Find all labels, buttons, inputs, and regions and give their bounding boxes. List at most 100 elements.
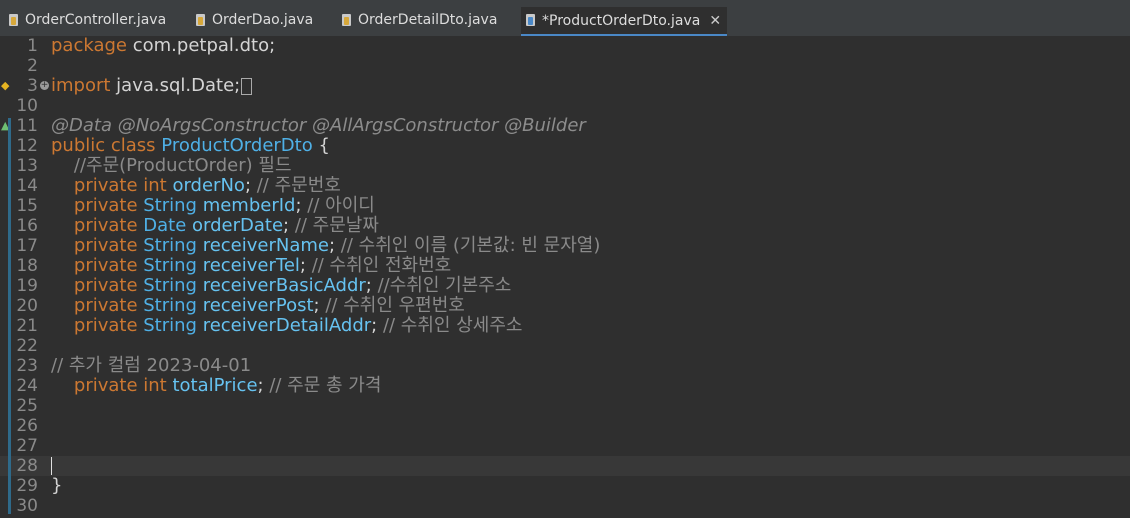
code-editor[interactable]: 1 package com.petpal.dto; 2 3 + ◆ import java.… xyxy=(0,36,1130,518)
code-token: String xyxy=(143,295,203,316)
tab-label: OrderController.java xyxy=(25,12,167,28)
code-token: private int xyxy=(51,375,173,396)
java-file-icon xyxy=(8,13,20,27)
code-line[interactable]: 24 private int totalPrice; // 주문 총 가격 xyxy=(0,375,1130,397)
code-text xyxy=(51,456,52,476)
code-token: String xyxy=(143,235,203,256)
code-token: private xyxy=(51,315,144,336)
line-number: 19 xyxy=(16,276,38,296)
tab-orderdetaildto[interactable]: OrderDetailDto.java xyxy=(341,6,497,34)
code-line[interactable]: 28 xyxy=(0,456,1130,476)
code-line[interactable]: 10 xyxy=(0,96,1130,116)
code-line[interactable]: 25 xyxy=(0,396,1130,416)
fold-expand-icon[interactable]: + xyxy=(40,81,49,90)
code-token: String xyxy=(143,275,203,296)
code-text: private int totalPrice; // 주문 총 가격 xyxy=(51,375,382,396)
line-number: 28 xyxy=(16,456,38,476)
code-token: ; xyxy=(313,295,326,316)
tab-orderdao[interactable]: OrderDao.java xyxy=(195,6,313,34)
code-token: } xyxy=(51,475,63,496)
code-line[interactable]: 21 private String receiverDetailAddr; //… xyxy=(0,315,1130,337)
line-number: 11 xyxy=(16,116,38,136)
code-token: ProductOrderDto xyxy=(161,135,313,156)
line-number: 29 xyxy=(16,476,38,496)
line-number: 15 xyxy=(16,196,38,216)
java-file-icon xyxy=(341,13,353,27)
code-line[interactable]: 1 package com.petpal.dto; xyxy=(0,36,1130,57)
text-cursor xyxy=(51,457,52,475)
code-token: receiverDetailAddr xyxy=(202,315,372,336)
line-number: 2 xyxy=(27,56,38,76)
code-token: // 수취인 전화번호 xyxy=(311,255,452,276)
code-line[interactable]: 15 private String memberId; // 아이디 xyxy=(0,196,1130,217)
code-line[interactable]: 2 xyxy=(0,56,1130,76)
code-token: receiverName xyxy=(202,235,329,256)
line-number: 24 xyxy=(16,376,38,396)
code-text: package com.petpal.dto; xyxy=(51,36,275,56)
tab-productorderdto[interactable]: *ProductOrderDto.java ✕ xyxy=(521,7,728,36)
code-token: ; xyxy=(283,215,295,236)
line-number: 10 xyxy=(16,96,38,116)
line-number: 22 xyxy=(16,336,38,356)
code-line[interactable]: 29} xyxy=(0,475,1130,497)
code-line[interactable]: 26 xyxy=(0,416,1130,436)
code-token: // 주문날짜 xyxy=(294,215,379,236)
line-number: 21 xyxy=(16,316,38,336)
code-line[interactable]: 13 //주문(ProductOrder) 필드 xyxy=(0,156,1130,177)
line-number: 13 xyxy=(16,156,38,176)
line-number: 16 xyxy=(16,216,38,236)
code-token: private xyxy=(51,295,144,316)
code-line[interactable]: 20 private String receiverPost; // 수취인 우… xyxy=(0,295,1130,317)
code-line[interactable]: 23 // 추가 컬럼 2023-04-01 xyxy=(0,356,1130,377)
code-token: private xyxy=(51,275,144,296)
code-line[interactable]: 12 public class ProductOrderDto { xyxy=(0,135,1130,157)
code-token: private int xyxy=(51,175,173,196)
line-number: 14 xyxy=(16,176,38,196)
line-number: 23 xyxy=(16,356,38,376)
code-token: // 수취인 우편번호 xyxy=(325,295,465,316)
line-number: 12 xyxy=(16,136,38,156)
line-number: 18 xyxy=(16,256,38,276)
code-token: String xyxy=(143,195,203,216)
code-line[interactable]: 3 + ◆ import java.sql.Date; xyxy=(0,76,1130,96)
code-token: //수취인 기본주소 xyxy=(377,275,512,296)
code-token: // 주문번호 xyxy=(256,175,341,196)
code-token: // 수취인 이름 (기본값: 빈 문자열) xyxy=(340,235,601,256)
code-token: private xyxy=(51,195,144,216)
code-token: ; xyxy=(365,275,378,296)
code-text: @Data @NoArgsConstructor @AllArgsConstru… xyxy=(51,116,586,136)
code-token: receiverBasicAddr xyxy=(202,275,366,296)
code-token: java.sql.Date; xyxy=(110,75,241,96)
code-token: totalPrice xyxy=(172,375,258,396)
code-text: // 추가 컬럼 2023-04-01 xyxy=(51,356,251,376)
close-icon[interactable]: ✕ xyxy=(709,13,721,29)
code-text: private Date orderDate; // 주문날짜 xyxy=(51,216,379,236)
code-token: ; xyxy=(244,175,257,196)
tab-label: OrderDetailDto.java xyxy=(358,12,498,28)
code-token: @Data @NoArgsConstructor @AllArgsConstru… xyxy=(51,115,586,136)
code-text: //주문(ProductOrder) 필드 xyxy=(51,156,292,176)
code-token: String xyxy=(143,315,203,336)
code-token: ; xyxy=(299,255,312,276)
code-token: import xyxy=(51,75,111,96)
code-line[interactable]: 18 private String receiverTel; // 수취인 전화… xyxy=(0,255,1130,277)
code-token: // 주문 총 가격 xyxy=(269,375,382,396)
code-token: Date xyxy=(143,215,192,236)
code-line[interactable]: 16 private Date orderDate; // 주문날짜 xyxy=(0,216,1130,237)
line-number: 26 xyxy=(16,416,38,436)
code-line[interactable]: 22 xyxy=(0,336,1130,356)
lightbulb-warning-icon[interactable]: ◆ xyxy=(1,76,9,96)
code-token: ; xyxy=(295,195,308,216)
code-text: private int orderNo; // 주문번호 xyxy=(51,176,341,196)
tab-ordercontroller[interactable]: OrderController.java xyxy=(8,6,166,34)
code-line[interactable]: 27 xyxy=(0,436,1130,456)
code-line[interactable]: 11 ▲ @Data @NoArgsConstructor @AllArgsCons… xyxy=(0,116,1130,137)
code-text: private String memberId; // 아이디 xyxy=(51,196,375,216)
code-line[interactable]: 30 xyxy=(0,496,1130,516)
code-line[interactable]: 19 private String receiverBasicAddr; //수… xyxy=(0,275,1130,297)
line-number: 27 xyxy=(16,436,38,456)
code-text: private String receiverBasicAddr; //수취인 … xyxy=(51,275,512,296)
code-line[interactable]: 14 private int orderNo; // 주문번호 xyxy=(0,176,1130,197)
folded-imports-box[interactable] xyxy=(241,77,253,95)
code-line[interactable]: 17 private String receiverName; // 수취인 이… xyxy=(0,235,1130,257)
